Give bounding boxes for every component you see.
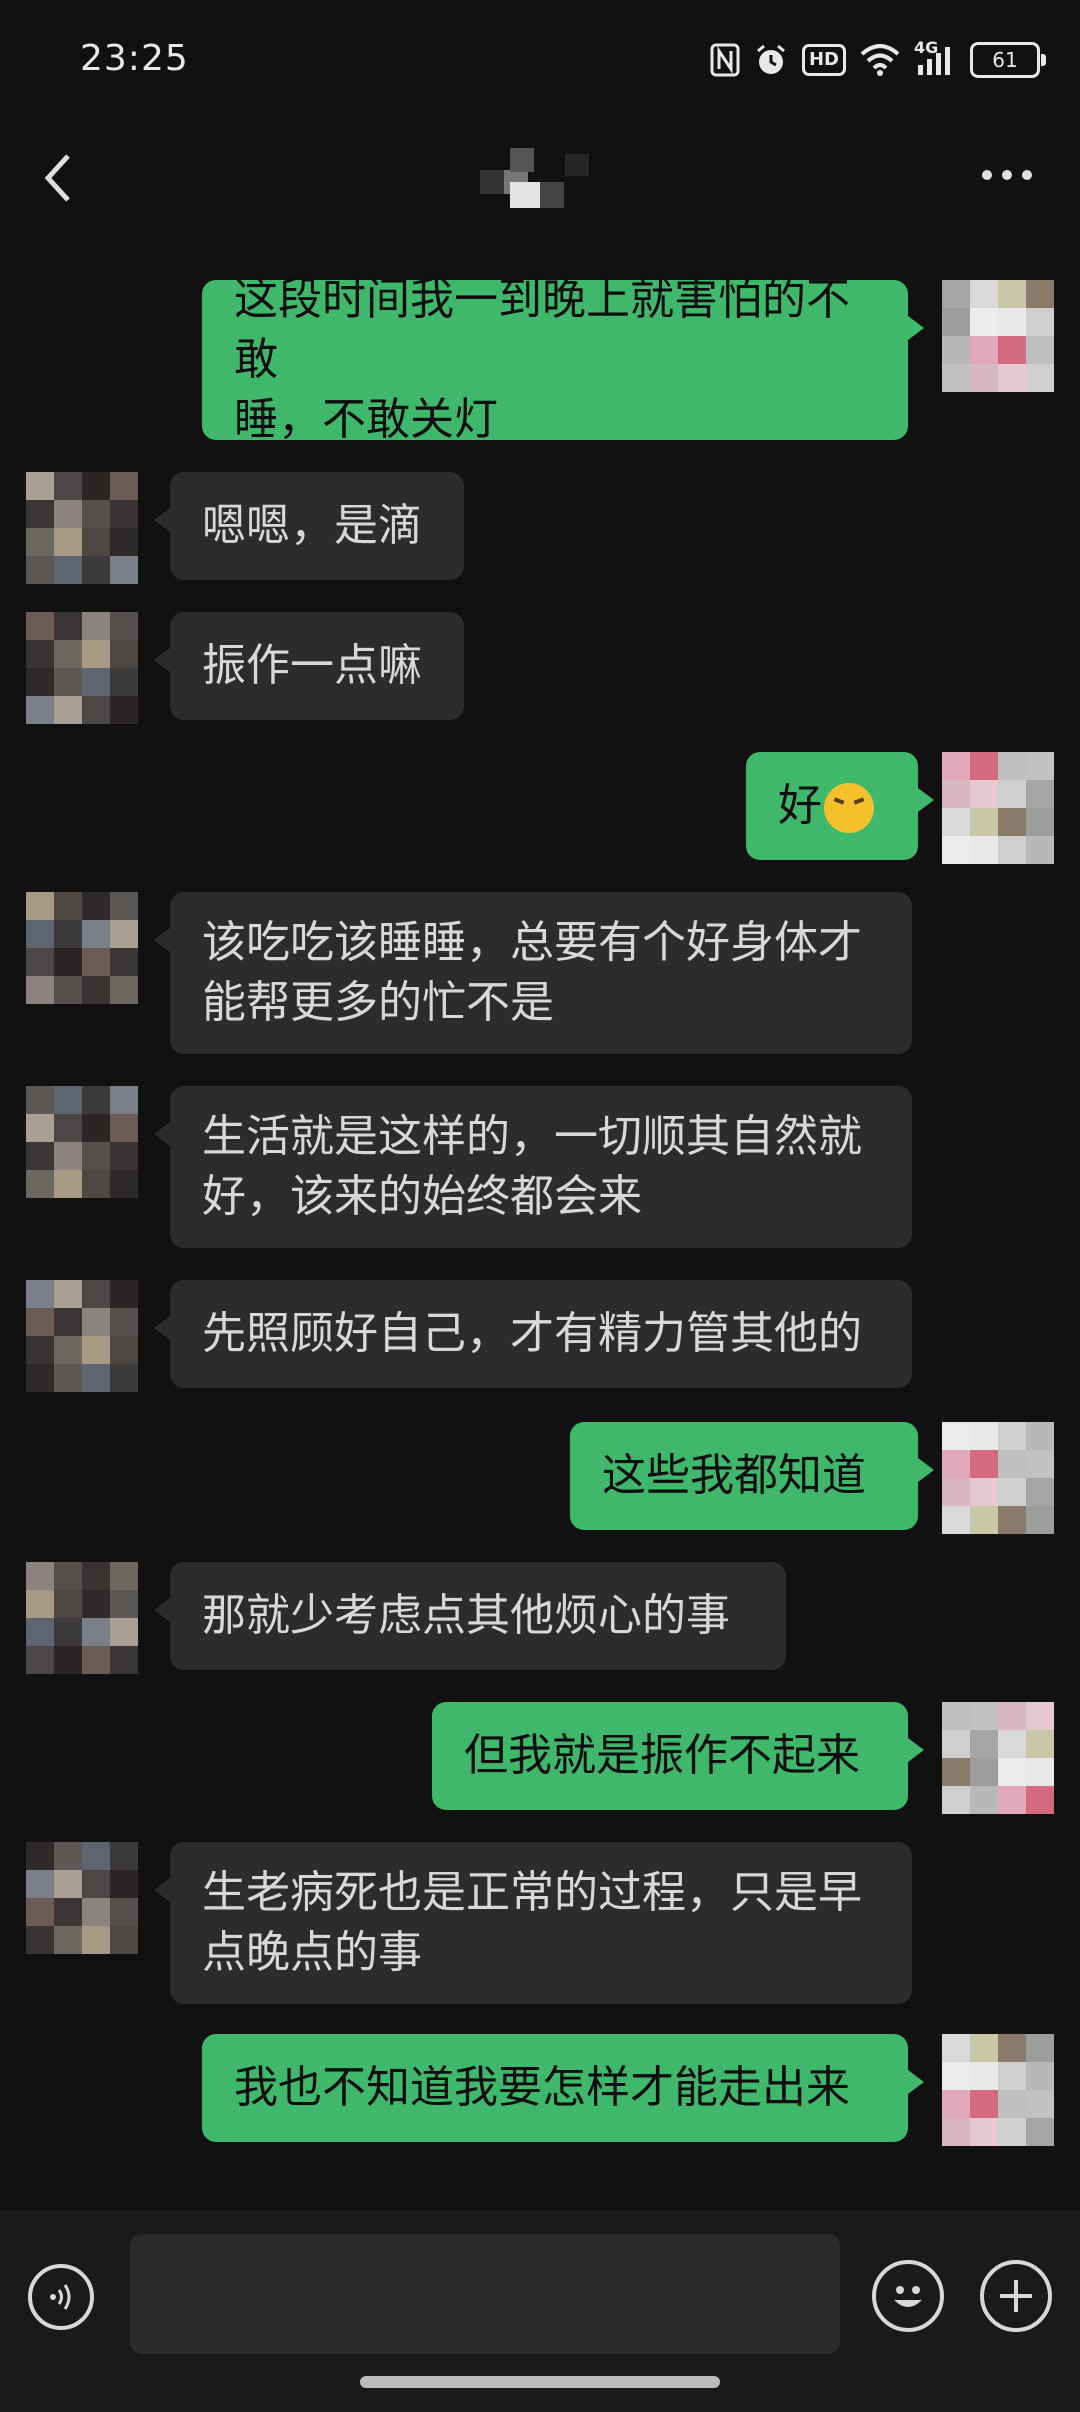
message-text: 这段时间我一到晚上就害怕的不敢 <box>234 274 850 385</box>
avatar[interactable] <box>26 1086 138 1198</box>
message-text: 振作一点嘛 <box>202 640 422 691</box>
crying-face-icon <box>824 783 874 833</box>
avatar[interactable] <box>26 1280 138 1392</box>
network-type-label: 4G <box>914 38 939 57</box>
outgoing-message[interactable]: 但我就是振作不起来 <box>432 1702 924 1810</box>
outgoing-message[interactable]: 我也不知道我要怎样才能走出来 <box>202 2034 924 2142</box>
incoming-message[interactable]: 振作一点嘛 <box>154 612 464 720</box>
message-text: 睡，不敢关灯 <box>234 394 498 445</box>
incoming-message[interactable]: 生老病死也是正常的过程，只是早 点晚点的事 <box>154 1842 912 2004</box>
outgoing-message[interactable]: 好 <box>746 752 934 860</box>
incoming-message[interactable]: 那就少考虑点其他烦心的事 <box>154 1562 786 1670</box>
incoming-message[interactable]: 先照顾好自己，才有精力管其他的 <box>154 1280 912 1388</box>
outgoing-message[interactable]: 这段时间我一到晚上就害怕的不敢睡，不敢关灯 <box>202 274 924 445</box>
status-icons: HD 4G 61 <box>710 38 1046 80</box>
message-text: 嗯嗯，是滴 <box>202 500 422 551</box>
voice-icon[interactable] <box>28 2264 94 2330</box>
message-text: 好 <box>778 776 886 836</box>
battery-icon: 61 <box>970 42 1046 78</box>
message-text: 先照顾好自己，才有精力管其他的 <box>202 1308 862 1359</box>
message-text: 这些我都知道 <box>602 1450 866 1501</box>
avatar[interactable] <box>942 1702 1054 1814</box>
message-text: 好，该来的始终都会来 <box>202 1171 642 1222</box>
chevron-left-icon[interactable] <box>38 148 78 208</box>
alarm-icon <box>754 40 788 80</box>
incoming-message[interactable]: 嗯嗯，是滴 <box>154 472 464 580</box>
avatar[interactable] <box>942 280 1054 392</box>
avatar[interactable] <box>26 1562 138 1674</box>
message-text: 点晚点的事 <box>202 1927 422 1978</box>
hd-icon: HD <box>801 44 846 76</box>
signal-icon: 4G <box>914 38 956 80</box>
avatar[interactable] <box>26 612 138 724</box>
avatar[interactable] <box>942 2034 1054 2146</box>
plus-icon[interactable] <box>980 2260 1052 2332</box>
chat-title-pixelated <box>455 148 595 208</box>
message-text: 生活就是这样的，一切顺其自然就 <box>202 1111 862 1162</box>
nfc-icon <box>710 40 740 80</box>
avatar[interactable] <box>26 1842 138 1954</box>
message-text: 但我就是振作不起来 <box>464 1730 860 1781</box>
more-dots-icon[interactable] <box>982 170 1032 180</box>
outgoing-message[interactable]: 这些我都知道 <box>570 1422 934 1530</box>
avatar[interactable] <box>942 752 1054 864</box>
incoming-message[interactable]: 该吃吃该睡睡，总要有个好身体才 能帮更多的忙不是 <box>154 892 912 1054</box>
status-bar: 23:25 HD 4G 61 <box>0 0 1080 120</box>
message-input[interactable] <box>130 2234 840 2354</box>
message-text: 那就少考虑点其他烦心的事 <box>202 1590 730 1641</box>
avatar[interactable] <box>942 1422 1054 1534</box>
message-text: 该吃吃该睡睡，总要有个好身体才 <box>202 917 862 968</box>
home-indicator[interactable] <box>360 2376 720 2388</box>
message-text: 能帮更多的忙不是 <box>202 977 554 1028</box>
avatar[interactable] <box>26 892 138 1004</box>
status-time: 23:25 <box>80 38 189 79</box>
wifi-icon <box>860 40 900 80</box>
smile-icon[interactable] <box>872 2260 944 2332</box>
avatar[interactable] <box>26 472 138 584</box>
message-text: 生老病死也是正常的过程，只是早 <box>202 1867 862 1918</box>
incoming-message[interactable]: 生活就是这样的，一切顺其自然就 好，该来的始终都会来 <box>154 1086 912 1248</box>
message-text: 我也不知道我要怎样才能走出来 <box>234 2062 850 2113</box>
chat-header <box>0 120 1080 230</box>
